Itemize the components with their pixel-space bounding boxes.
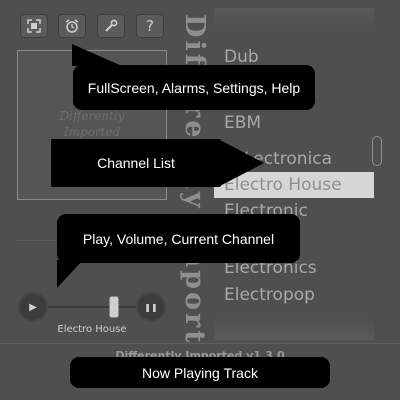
volume-slider-handle[interactable] [110, 297, 119, 317]
callout-now-playing-text: Now Playing Track [142, 364, 258, 381]
callout-channel-list: Channel List [51, 139, 221, 187]
callout-player-pointer [57, 260, 83, 288]
callout-now-playing: Now Playing Track [70, 357, 330, 388]
channel-item[interactable]: EBM [214, 110, 374, 136]
play-button[interactable]: ▶ [20, 294, 46, 320]
pause-button[interactable]: ❚❚ [138, 294, 164, 320]
current-channel-label: Electro House [57, 324, 127, 335]
art-line-1: Differently [59, 109, 125, 123]
channel-list-scrollbar[interactable] [372, 136, 382, 166]
fullscreen-icon[interactable] [20, 14, 48, 38]
pause-icon: ❚❚ [144, 302, 158, 312]
help-icon[interactable]: ? [136, 14, 164, 38]
list-fade-bottom [214, 318, 374, 340]
list-fade-top [214, 8, 374, 30]
volume-track[interactable] [48, 306, 140, 308]
callout-channel-list-text: Channel List [97, 155, 175, 171]
channel-item[interactable]: Electropop [214, 282, 374, 308]
play-icon: ▶ [29, 301, 37, 313]
alarm-icon[interactable] [58, 14, 86, 38]
callout-player: Play, Volume, Current Channel [57, 214, 300, 263]
art-line-2: Imported [63, 125, 121, 139]
callout-player-text: Play, Volume, Current Channel [82, 230, 275, 247]
callout-toolbar-pointer [72, 44, 122, 66]
callout-toolbar-text: FullScreen, Alarms, Settings, Help [87, 79, 301, 96]
footer-divider [0, 343, 400, 344]
callout-channel-list-pointer [218, 139, 264, 187]
app-window: ? Differently Imported Differently Impor… [0, 0, 400, 400]
settings-icon[interactable] [97, 14, 125, 38]
callout-toolbar: FullScreen, Alarms, Settings, Help [73, 65, 315, 110]
